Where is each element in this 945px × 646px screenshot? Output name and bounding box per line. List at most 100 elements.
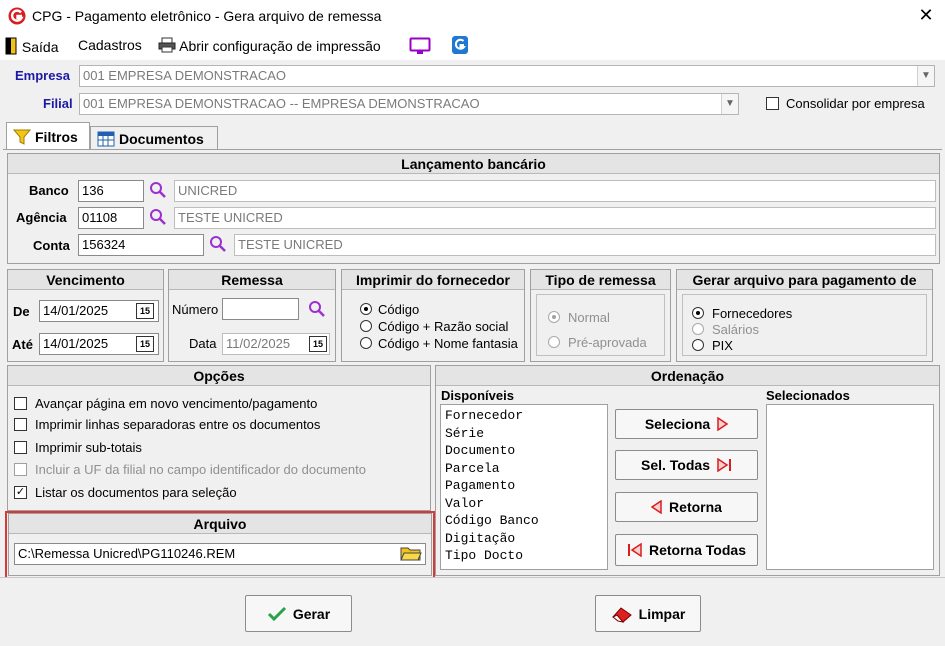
opcao-listar-checkbox[interactable]: ✓ xyxy=(14,486,27,499)
list-item[interactable]: Parcela xyxy=(441,460,607,478)
conta-label: Conta xyxy=(33,238,70,253)
menu-abrir-config-label: Abrir configuração de impressão xyxy=(179,38,381,54)
vencimento-ate-value: 14/01/2025 xyxy=(43,336,109,351)
remessa-numero-label: Número xyxy=(172,302,219,317)
consolidar-label: Consolidar por empresa xyxy=(786,96,925,111)
list-item[interactable]: Série xyxy=(441,425,607,443)
monitor-icon[interactable] xyxy=(409,37,431,55)
menu-saida[interactable]: Saída xyxy=(5,37,58,55)
banco-code-input[interactable]: 136 xyxy=(78,180,144,202)
opcao-avancar-label: Avançar página em novo vencimento/pagame… xyxy=(35,396,318,411)
arquivo-title: Arquivo xyxy=(9,514,431,534)
list-item[interactable]: Fornecedor xyxy=(441,407,607,425)
gerar-label: Gerar xyxy=(292,605,331,622)
vencimento-de-label: De xyxy=(13,304,30,319)
filial-select[interactable]: 001 EMPRESA DEMONSTRACAO -- EMPRESA DEMO… xyxy=(79,93,739,115)
imprimir-codigo-razao-label: Código + Razão social xyxy=(378,319,509,334)
app-g-icon[interactable] xyxy=(451,35,469,55)
gerar-pix-label: PIX xyxy=(712,338,733,353)
exit-door-icon xyxy=(5,37,17,55)
filial-value: 001 EMPRESA DEMONSTRACAO -- EMPRESA DEMO… xyxy=(83,96,480,111)
remessa-numero-input[interactable] xyxy=(222,298,299,320)
seleciona-label: Seleciona xyxy=(644,416,711,432)
arquivo-path-value: C:\Remessa Unicred\PG110246.REM xyxy=(18,546,236,561)
imprimir-codigo-radio[interactable] xyxy=(360,303,372,315)
search-icon[interactable] xyxy=(149,181,167,199)
search-icon[interactable] xyxy=(149,208,167,226)
gerar-button[interactable]: Gerar xyxy=(245,595,352,632)
menu-cadastros[interactable]: Cadastros xyxy=(78,37,142,53)
limpar-button[interactable]: Limpar xyxy=(595,595,701,632)
arrow-right-icon xyxy=(717,417,729,431)
folder-open-icon[interactable] xyxy=(400,545,422,561)
sel-todas-button[interactable]: Sel. Todas xyxy=(615,450,758,480)
menu-abrir-config[interactable]: Abrir configuração de impressão xyxy=(158,37,381,54)
arrow-left-icon xyxy=(651,500,662,514)
calendar-icon[interactable]: 15 xyxy=(136,336,154,352)
retorna-todas-label: Retorna Todas xyxy=(649,542,746,558)
list-item[interactable]: Documento xyxy=(441,442,607,460)
printer-icon xyxy=(158,37,176,53)
retorna-button[interactable]: Retorna xyxy=(615,492,758,522)
opcao-avancar-checkbox[interactable] xyxy=(14,397,27,410)
selecionados-list[interactable] xyxy=(766,404,934,570)
list-item[interactable]: Pagamento xyxy=(441,477,607,495)
title-bar: CPG - Pagamento eletrônico - Gera arquiv… xyxy=(0,0,945,32)
gerar-para-title: Gerar arquivo para pagamento de xyxy=(677,270,932,290)
search-icon[interactable] xyxy=(209,235,227,253)
opcao-linhas-checkbox[interactable] xyxy=(14,418,27,431)
menu-bar: Saída Cadastros Abrir configuração de im… xyxy=(0,32,945,60)
list-item[interactable]: Tipo Docto xyxy=(441,547,607,565)
tab-documentos-label: Documentos xyxy=(119,130,204,147)
disponiveis-label: Disponíveis xyxy=(441,388,514,403)
gerar-pix-radio[interactable] xyxy=(692,339,704,351)
opcao-uf-label: Incluir a UF da filial no campo identifi… xyxy=(35,462,366,477)
tab-divider xyxy=(3,149,942,150)
imprimir-codigo-razao-radio[interactable] xyxy=(360,320,372,332)
lancamento-title: Lançamento bancário xyxy=(8,154,939,174)
remessa-data-value: 11/02/2025 xyxy=(226,336,291,351)
consolidar-checkbox[interactable] xyxy=(766,97,779,110)
retorna-label: Retorna xyxy=(669,499,722,515)
chevron-down-icon[interactable]: ▼ xyxy=(721,94,738,114)
calendar-icon[interactable]: 15 xyxy=(136,303,154,319)
gerar-fornecedores-radio[interactable] xyxy=(692,307,704,319)
conta-name-field: TESTE UNICRED xyxy=(234,234,936,256)
imprimir-codigo-fantasia-radio[interactable] xyxy=(360,337,372,349)
remessa-title: Remessa xyxy=(169,270,335,290)
disponiveis-list[interactable]: Fornecedor Série Documento Parcela Pagam… xyxy=(440,404,608,570)
imprimir-fornecedor-title: Imprimir do fornecedor xyxy=(342,270,524,290)
tab-filtros[interactable]: Filtros xyxy=(6,122,90,150)
opcao-listar-label: Listar os documentos para seleção xyxy=(35,485,237,500)
arrow-right-end-icon xyxy=(717,458,731,472)
opcao-subtotais-checkbox[interactable] xyxy=(14,441,27,454)
tab-documentos[interactable]: Documentos xyxy=(90,126,218,150)
arquivo-path-input[interactable]: C:\Remessa Unicred\PG110246.REM xyxy=(14,543,426,565)
sel-todas-label: Sel. Todas xyxy=(641,457,710,473)
opcao-uf-checkbox[interactable] xyxy=(14,463,27,476)
retorna-todas-button[interactable]: Retorna Todas xyxy=(615,534,758,566)
tipo-remessa-title: Tipo de remessa xyxy=(531,270,670,290)
close-icon[interactable]: ✕ xyxy=(915,5,937,26)
banco-label: Banco xyxy=(29,183,69,198)
agencia-code-input[interactable]: 01108 xyxy=(78,207,144,229)
empresa-select[interactable]: 001 EMPRESA DEMONSTRACAO ▼ xyxy=(79,65,935,87)
list-item[interactable]: Código Banco xyxy=(441,512,607,530)
chevron-down-icon[interactable]: ▼ xyxy=(917,66,934,86)
tipo-pre-aprovada-radio[interactable] xyxy=(548,336,560,348)
calendar-icon[interactable]: 15 xyxy=(309,336,327,352)
tipo-normal-radio[interactable] xyxy=(548,311,560,323)
gerar-salarios-label: Salários xyxy=(712,322,759,337)
list-item[interactable]: Valor xyxy=(441,495,607,513)
gerar-salarios-radio[interactable] xyxy=(692,323,704,335)
table-icon xyxy=(97,131,115,146)
arrow-left-end-icon xyxy=(628,543,642,557)
conta-code-input[interactable]: 156324 xyxy=(78,234,204,256)
imprimir-codigo-label: Código xyxy=(378,302,420,317)
tipo-pre-aprovada-label: Pré-aprovada xyxy=(568,335,647,350)
search-icon[interactable] xyxy=(308,300,326,318)
seleciona-button[interactable]: Seleciona xyxy=(615,409,758,439)
list-item[interactable]: Digitação xyxy=(441,530,607,548)
menu-saida-label: Saída xyxy=(21,39,59,55)
app-logo-icon xyxy=(8,7,26,25)
